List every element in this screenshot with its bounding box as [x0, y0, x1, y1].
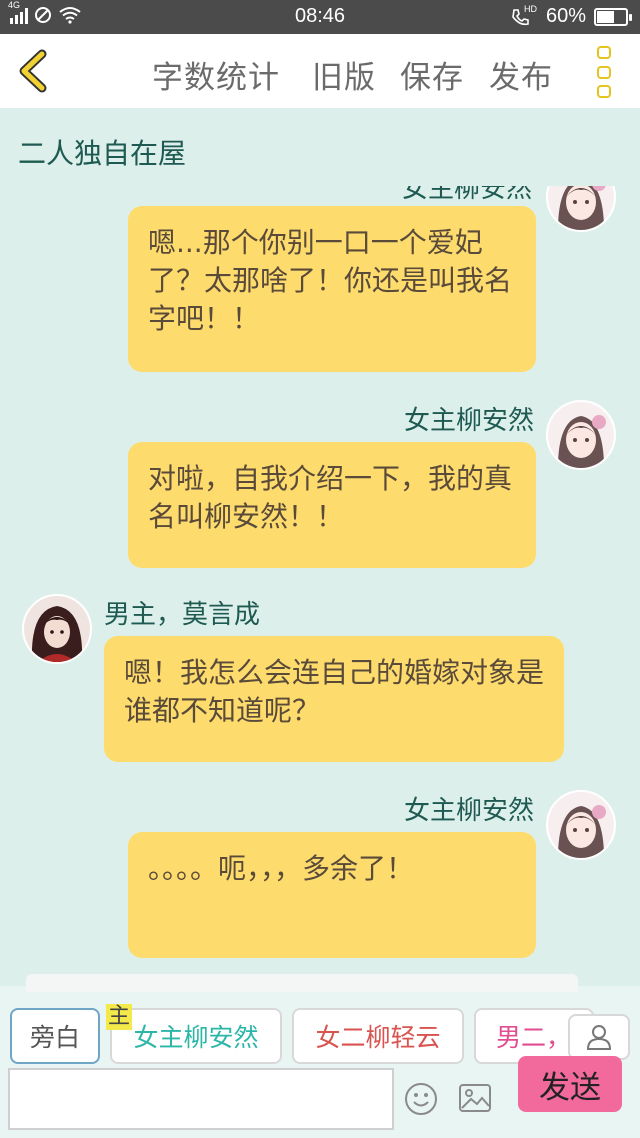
character-chip-female-lead[interactable]: 女主柳安然 — [110, 1008, 282, 1064]
battery-percent: 60% — [545, 5, 586, 27]
send-button[interactable]: 发送 — [518, 1056, 622, 1112]
more-menu-button[interactable] — [594, 46, 614, 98]
save-button[interactable]: 保存 — [400, 52, 464, 97]
word-count-button[interactable]: 字数统计 — [152, 52, 280, 97]
composer-area: 旁白 女主柳安然 主 女二柳轻云 男二， 发送 — [0, 974, 640, 1138]
chat-area[interactable]: 女主柳安然 嗯...那个你别一口一个爱妃了？太那啥了！你还是叫我名字吧！！ 女主… — [0, 186, 640, 986]
status-right: HD 60% — [510, 3, 632, 28]
character-chip-second-female[interactable]: 女二柳轻云 — [292, 1008, 464, 1064]
story-title: 二人独自在屋 — [18, 137, 187, 170]
message-text: 对啦，自我介绍一下，我的真名叫柳安然！！ — [148, 462, 513, 533]
narrator-chip[interactable]: 旁白 — [10, 1008, 100, 1064]
speaker-name: 女主柳安然 — [403, 796, 534, 826]
chevron-left-icon — [19, 49, 47, 93]
battery-icon — [594, 7, 632, 26]
emoji-button[interactable] — [404, 1082, 438, 1116]
status-bar: 4G 08:46 HD 60% — [0, 0, 640, 34]
more-dot — [597, 65, 611, 79]
speaker-name: 女主柳安然 — [403, 406, 534, 436]
message-bubble: 嗯...那个你别一口一个爱妃了？太那啥了！你还是叫我名字吧！！ — [128, 206, 536, 372]
publish-button[interactable]: 发布 — [489, 52, 553, 97]
hd-call-icon: HD — [510, 3, 538, 28]
top-toolbar: 字数统计 旧版 保存 发布 — [0, 34, 640, 108]
back-button[interactable] — [14, 48, 56, 94]
speaker-name: 男主，莫言成 — [104, 600, 261, 630]
more-dot — [597, 85, 611, 98]
message-text: 嗯！我怎么会连自己的婚嫁对象是谁都不知道呢？ — [124, 656, 545, 727]
image-icon — [459, 1084, 491, 1112]
message-bubble: 对啦，自我介绍一下，我的真名叫柳安然！！ — [128, 442, 536, 568]
smiley-icon — [405, 1083, 437, 1115]
speaker-name: 女主柳安然 — [401, 186, 532, 204]
avatar-female-lead[interactable] — [546, 400, 616, 470]
message-text: 。。。。呃，，，多余了！ — [148, 852, 415, 885]
hd-label: HD — [523, 3, 537, 14]
image-button[interactable] — [458, 1083, 492, 1113]
avatar-male-lead[interactable] — [22, 594, 92, 664]
add-character-button[interactable] — [568, 1014, 630, 1060]
avatar-female-lead[interactable] — [546, 186, 616, 232]
more-dot — [597, 46, 611, 59]
message-bubble: 。。。。呃，，，多余了！ — [128, 832, 536, 958]
divider — [26, 974, 578, 992]
message-input[interactable] — [8, 1068, 394, 1130]
message-text: 嗯...那个你别一口一个爱妃了？太那啥了！你还是叫我名字吧！！ — [148, 226, 513, 335]
old-version-button[interactable]: 旧版 — [312, 52, 376, 97]
avatar-female-lead[interactable] — [546, 790, 616, 860]
highlight-marker: 主 — [106, 1004, 133, 1030]
message-bubble: 嗯！我怎么会连自己的婚嫁对象是谁都不知道呢？ — [104, 636, 564, 762]
person-icon — [586, 1025, 612, 1050]
